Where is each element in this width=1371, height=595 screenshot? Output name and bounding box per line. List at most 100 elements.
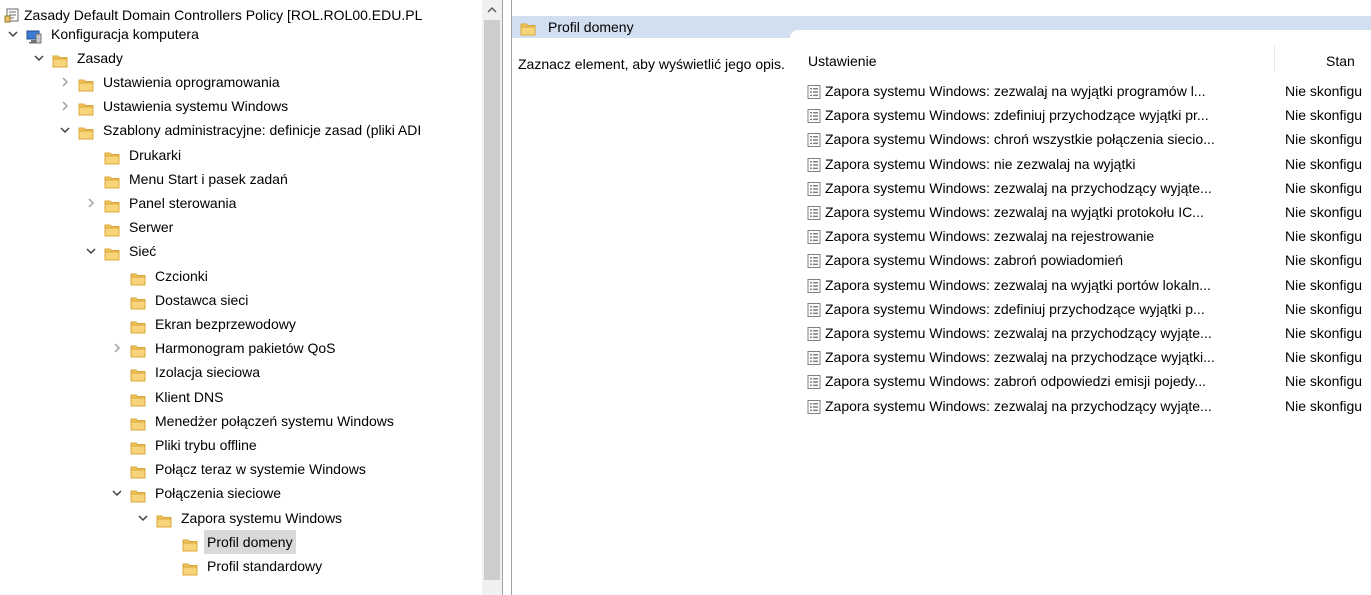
tree-item-label: Serwer bbox=[129, 219, 174, 235]
folder-icon bbox=[182, 559, 198, 576]
folder-icon bbox=[130, 390, 146, 407]
tree-item[interactable]: Zasady bbox=[32, 46, 126, 70]
tree-item[interactable]: Połącz teraz w systemie Windows bbox=[110, 457, 369, 481]
policy-icon bbox=[4, 7, 20, 23]
tree-item[interactable]: Zapora systemu Windows bbox=[136, 506, 345, 530]
scroll-up-arrow-icon[interactable] bbox=[482, 0, 502, 20]
chevron-right-icon[interactable] bbox=[58, 75, 72, 89]
list-item[interactable]: Zapora systemu Windows: zezwalaj na wyją… bbox=[806, 274, 1371, 297]
list-item[interactable]: Zapora systemu Windows: zezwalaj na przy… bbox=[806, 322, 1371, 345]
tree-item[interactable]: Harmonogram pakietów QoS bbox=[110, 336, 339, 360]
tree-item[interactable]: Czcionki bbox=[110, 264, 211, 288]
setting-icon bbox=[806, 132, 822, 148]
chevron-down-icon[interactable] bbox=[84, 244, 98, 258]
list-item[interactable]: Zapora systemu Windows: chroń wszystkie … bbox=[806, 128, 1371, 151]
folder-icon bbox=[130, 293, 146, 310]
tree-item[interactable]: Profil standardowy bbox=[162, 554, 325, 578]
list-item[interactable]: Zapora systemu Windows: nie zezwalaj na … bbox=[806, 153, 1371, 176]
list-item[interactable]: Zapora systemu Windows: zezwalaj na wyją… bbox=[806, 201, 1371, 224]
setting-name: Zapora systemu Windows: zezwalaj na przy… bbox=[825, 398, 1212, 414]
setting-icon bbox=[806, 399, 822, 415]
tree-scrollbar[interactable] bbox=[482, 0, 502, 595]
tree-item-label: Czcionki bbox=[155, 268, 208, 284]
tree-item[interactable]: Szablony administracyjne: definicje zasa… bbox=[58, 118, 424, 142]
tree-item-label: Izolacja sieciowa bbox=[155, 364, 261, 380]
setting-state: Nie skonfigu bbox=[1285, 228, 1363, 244]
chevron-down-icon[interactable] bbox=[110, 486, 124, 500]
tree-item[interactable]: Panel sterowania bbox=[84, 191, 239, 215]
setting-name: Zapora systemu Windows: zezwalaj na reje… bbox=[825, 228, 1155, 244]
setting-icon bbox=[806, 157, 822, 173]
tree-item[interactable]: Serwer bbox=[84, 215, 176, 239]
chevron-down-icon[interactable] bbox=[6, 27, 20, 41]
tree-item-label: Ustawienia oprogramowania bbox=[103, 74, 280, 90]
folder-icon bbox=[182, 535, 198, 552]
column-header-setting[interactable]: Ustawienie bbox=[808, 50, 876, 72]
tree-item[interactable]: Sieć bbox=[84, 239, 159, 263]
folder-icon bbox=[130, 341, 146, 358]
tree-item[interactable]: Menedżer połączeń systemu Windows bbox=[110, 409, 397, 433]
list-item[interactable]: Zapora systemu Windows: zezwalaj na przy… bbox=[806, 395, 1371, 418]
column-separator[interactable] bbox=[1274, 46, 1275, 72]
chevron-right-icon[interactable] bbox=[110, 341, 124, 355]
setting-state: Nie skonfigu bbox=[1285, 180, 1363, 196]
setting-state: Nie skonfigu bbox=[1285, 301, 1363, 317]
setting-state: Nie skonfigu bbox=[1285, 325, 1363, 341]
tree-item[interactable]: Ustawienia oprogramowania bbox=[58, 70, 283, 94]
list-item[interactable]: Zapora systemu Windows: zezwalaj na wyją… bbox=[806, 80, 1371, 103]
list-item[interactable]: Zapora systemu Windows: zezwalaj na reje… bbox=[806, 225, 1371, 248]
details-title: Profil domeny bbox=[520, 16, 634, 38]
setting-name: Zapora systemu Windows: nie zezwalaj na … bbox=[825, 156, 1136, 172]
chevron-down-icon[interactable] bbox=[58, 123, 72, 137]
tree-item[interactable]: Izolacja sieciowa bbox=[110, 360, 263, 384]
tree-item[interactable]: Ustawienia systemu Windows bbox=[58, 94, 291, 118]
tree-item-label: Klient DNS bbox=[155, 389, 224, 405]
tree-item[interactable]: Konfiguracja komputera bbox=[6, 22, 202, 46]
column-header-state[interactable]: Stan bbox=[1326, 50, 1355, 72]
tree-item[interactable]: Klient DNS bbox=[110, 385, 226, 409]
folder-icon bbox=[130, 438, 146, 455]
chevron-right-icon[interactable] bbox=[84, 196, 98, 210]
chevron-down-icon[interactable] bbox=[136, 511, 150, 525]
setting-icon bbox=[806, 181, 822, 197]
chevron-right-icon[interactable] bbox=[58, 99, 72, 113]
folder-icon bbox=[104, 244, 120, 261]
tree-item-label: Drukarki bbox=[129, 147, 182, 163]
tree-item-label: Menu Start i pasek zadań bbox=[129, 171, 288, 187]
tree-item[interactable]: Połączenia sieciowe bbox=[110, 481, 284, 505]
tree-item[interactable]: Pliki trybu offline bbox=[110, 433, 260, 457]
folder-icon bbox=[130, 462, 146, 479]
tree-item-label: Ekran bezprzewodowy bbox=[155, 316, 296, 332]
tree-item[interactable]: Profil domeny bbox=[162, 530, 296, 554]
pane-splitter[interactable] bbox=[502, 0, 512, 595]
list-item[interactable]: Zapora systemu Windows: zdefiniuj przych… bbox=[806, 298, 1371, 321]
tree-item[interactable]: Ekran bezprzewodowy bbox=[110, 312, 299, 336]
setting-name: Zapora systemu Windows: zezwalaj na wyją… bbox=[825, 204, 1204, 220]
tree-item[interactable]: Menu Start i pasek zadań bbox=[84, 167, 291, 191]
list-item[interactable]: Zapora systemu Windows: zabroń odpowiedz… bbox=[806, 370, 1371, 393]
list-item[interactable]: Zapora systemu Windows: zezwalaj na przy… bbox=[806, 177, 1371, 200]
list-item[interactable]: Zapora systemu Windows: zezwalaj na przy… bbox=[806, 346, 1371, 369]
chevron-down-icon[interactable] bbox=[32, 51, 46, 65]
setting-icon bbox=[806, 253, 822, 269]
setting-state: Nie skonfigu bbox=[1285, 252, 1363, 268]
folder-icon bbox=[104, 220, 120, 237]
setting-icon bbox=[806, 302, 822, 318]
setting-icon bbox=[806, 229, 822, 245]
tree-item[interactable]: Dostawca sieci bbox=[110, 288, 251, 312]
list-item[interactable]: Zapora systemu Windows: zabroń powiadomi… bbox=[806, 249, 1371, 272]
tree-item[interactable]: Drukarki bbox=[84, 143, 184, 167]
tree-item-label: Profil domeny bbox=[204, 530, 296, 554]
folder-icon bbox=[78, 123, 94, 140]
list-item[interactable]: Zapora systemu Windows: zdefiniuj przych… bbox=[806, 104, 1371, 127]
setting-name: Zapora systemu Windows: zabroń powiadomi… bbox=[825, 252, 1124, 268]
setting-name: Zapora systemu Windows: zezwalaj na przy… bbox=[825, 180, 1212, 196]
folder-icon bbox=[130, 414, 146, 431]
scroll-thumb[interactable] bbox=[484, 20, 500, 580]
tree-item-label: Ustawienia systemu Windows bbox=[103, 98, 289, 114]
tree-item-label: Pliki trybu offline bbox=[155, 437, 257, 453]
folder-icon bbox=[130, 365, 146, 382]
setting-icon bbox=[806, 374, 822, 390]
setting-name: Zapora systemu Windows: chroń wszystkie … bbox=[825, 131, 1215, 147]
setting-state: Nie skonfigu bbox=[1285, 277, 1363, 293]
